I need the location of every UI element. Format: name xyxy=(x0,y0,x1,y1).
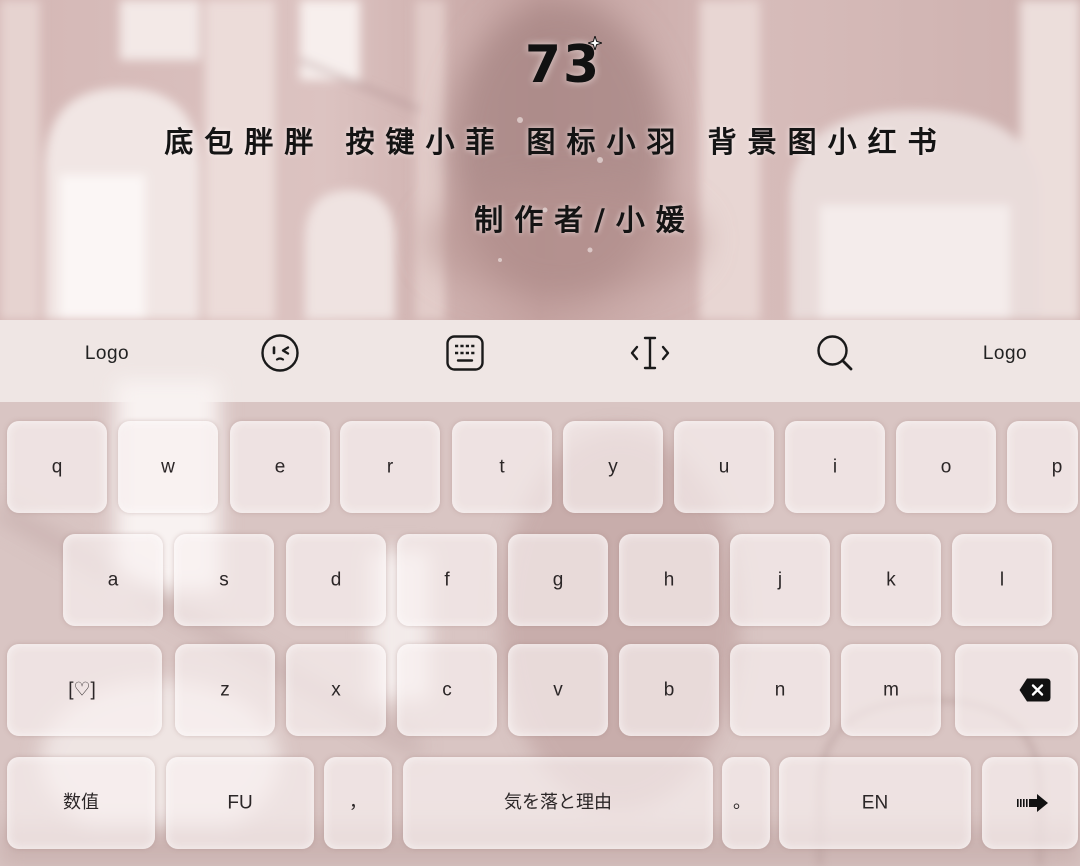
key-label: p xyxy=(1051,456,1063,478)
key-label: x xyxy=(331,679,341,701)
key-label: v xyxy=(553,679,563,701)
key-label: 気を落と理由 xyxy=(504,792,612,813)
banner: 73 底包胖胖 按键小菲 图标小羽 背景图小红书 制作者/小媛 xyxy=(0,0,1080,320)
key-label: n xyxy=(774,679,786,701)
key-label: h xyxy=(663,569,675,591)
key-y[interactable]: y xyxy=(563,421,663,513)
key-label: EN xyxy=(861,792,889,814)
key-l[interactable]: l xyxy=(952,534,1052,626)
banner-author: 制作者/小媛 xyxy=(474,203,696,237)
key-w[interactable]: w xyxy=(118,421,218,513)
key-x[interactable]: x xyxy=(286,644,386,736)
text-cursor-icon xyxy=(630,336,670,370)
key-z[interactable]: z xyxy=(175,644,275,736)
keyboard-layout-button[interactable] xyxy=(415,325,515,381)
enter-arrow-icon xyxy=(1017,794,1048,812)
key-s[interactable]: s xyxy=(174,534,274,626)
key-language-switch[interactable]: EN xyxy=(779,757,971,849)
key-label: r xyxy=(386,456,394,478)
key-o[interactable]: o xyxy=(896,421,996,513)
key-label: t xyxy=(499,456,505,478)
logo-text: Logo xyxy=(84,342,130,364)
toolbar-logo-right[interactable]: Logo xyxy=(955,325,1055,381)
key-i[interactable]: i xyxy=(785,421,885,513)
key-d[interactable]: d xyxy=(286,534,386,626)
banner-number: 73 xyxy=(524,35,602,95)
key-period[interactable]: 。 xyxy=(722,757,770,849)
key-p[interactable]: p xyxy=(1007,421,1078,513)
key-label: z xyxy=(220,679,230,701)
key-e[interactable]: e xyxy=(230,421,330,513)
cursor-move-button[interactable] xyxy=(600,325,700,381)
key-enter[interactable] xyxy=(982,757,1078,849)
key-q[interactable]: q xyxy=(7,421,107,513)
keyboard-skin-preview: 73 底包胖胖 按键小菲 图标小羽 背景图小红书 制作者/小媛 Logo Log… xyxy=(0,0,1080,866)
key-label: s xyxy=(219,569,229,591)
key-label: FU xyxy=(227,792,253,814)
key-label: g xyxy=(552,569,564,591)
key-label: m xyxy=(883,679,899,701)
key-label: q xyxy=(51,456,63,478)
key-favorite[interactable]: [♡] xyxy=(7,644,162,736)
key-label: c xyxy=(442,679,452,701)
search-button[interactable] xyxy=(785,325,885,381)
key-comma[interactable]: ， xyxy=(324,757,392,849)
key-label: 数值 xyxy=(63,792,99,813)
key-label: i xyxy=(832,456,838,478)
key-g[interactable]: g xyxy=(508,534,608,626)
key-label: u xyxy=(718,456,730,478)
key-h[interactable]: h xyxy=(619,534,719,626)
emoji-face-icon xyxy=(261,334,299,372)
key-j[interactable]: j xyxy=(730,534,830,626)
key-v[interactable]: v xyxy=(508,644,608,736)
key-backspace[interactable] xyxy=(955,644,1078,736)
key-c[interactable]: c xyxy=(397,644,497,736)
key-f[interactable]: f xyxy=(397,534,497,626)
key-label: b xyxy=(663,679,675,701)
key-space[interactable]: 気を落と理由 xyxy=(403,757,713,849)
key-numbers[interactable]: 数值 xyxy=(7,757,155,849)
search-icon xyxy=(817,335,853,371)
keyboard: Logo Logo q w e r t y u i o p a s d f g … xyxy=(0,320,1080,866)
key-a[interactable]: a xyxy=(63,534,163,626)
key-u[interactable]: u xyxy=(674,421,774,513)
toolbar-logo-left[interactable]: Logo xyxy=(57,325,157,381)
key-label: a xyxy=(107,569,119,591)
logo-text: Logo xyxy=(982,342,1028,364)
key-label: d xyxy=(330,569,342,591)
keyboard-icon xyxy=(446,335,484,371)
key-b[interactable]: b xyxy=(619,644,719,736)
key-label: e xyxy=(274,456,286,478)
key-label: k xyxy=(886,569,896,591)
key-label: ， xyxy=(349,792,367,813)
backspace-icon xyxy=(1019,678,1051,702)
key-m[interactable]: m xyxy=(841,644,941,736)
banner-credits: 底包胖胖 按键小菲 图标小羽 背景图小红书 xyxy=(164,125,948,159)
key-label: w xyxy=(161,456,175,478)
key-fu[interactable]: FU xyxy=(166,757,314,849)
key-label: y xyxy=(608,456,618,478)
sparkle-icon xyxy=(588,36,602,50)
key-label: j xyxy=(777,569,783,591)
key-label: f xyxy=(444,569,450,591)
key-label: o xyxy=(940,456,952,478)
key-t[interactable]: t xyxy=(452,421,552,513)
key-r[interactable]: r xyxy=(340,421,440,513)
key-label: [♡] xyxy=(68,679,96,701)
key-label: l xyxy=(999,569,1005,591)
key-k[interactable]: k xyxy=(841,534,941,626)
key-n[interactable]: n xyxy=(730,644,830,736)
key-label: 。 xyxy=(733,792,751,813)
emoji-button[interactable] xyxy=(230,325,330,381)
